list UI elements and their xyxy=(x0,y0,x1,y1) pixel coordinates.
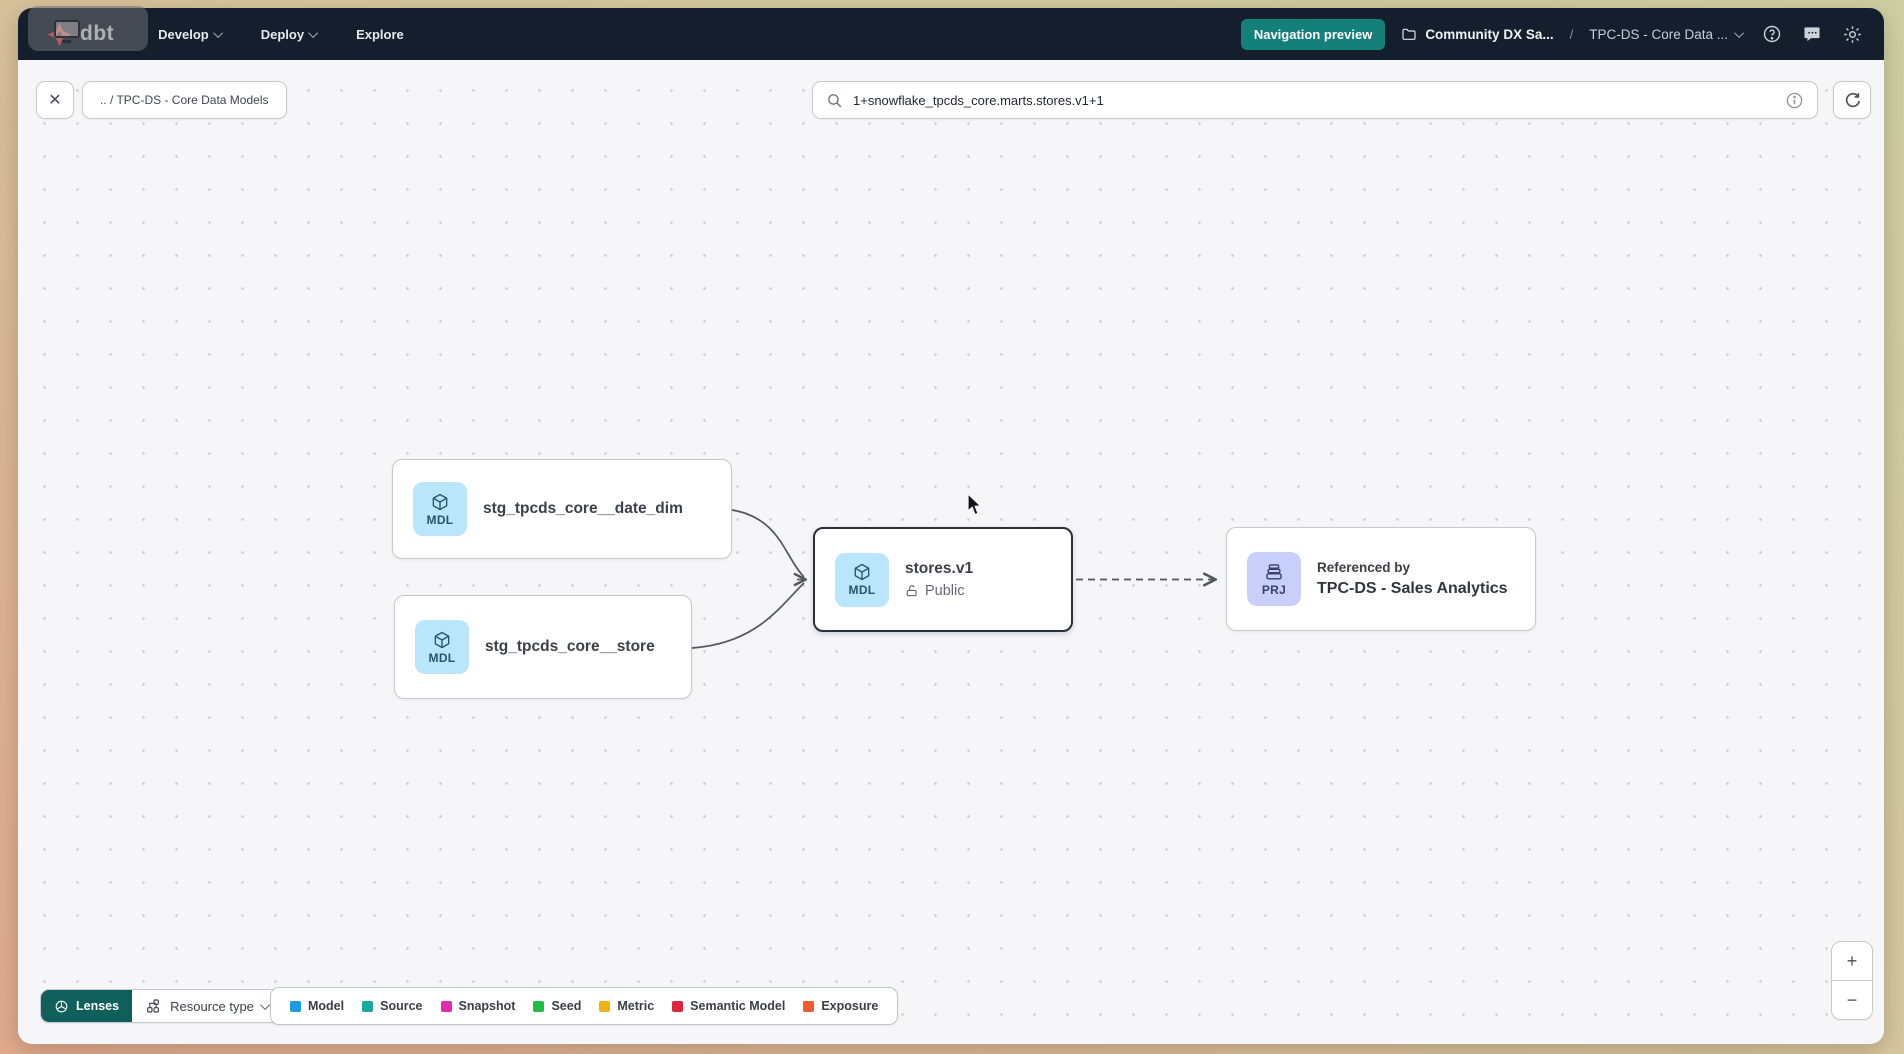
zoom-out-button[interactable]: − xyxy=(1832,981,1872,1019)
model-badge: MDL xyxy=(835,553,889,607)
model-badge: MDL xyxy=(415,620,469,674)
node-label: stg_tpcds_core__date_dim xyxy=(483,500,683,518)
project-stack-icon xyxy=(1264,562,1284,582)
resource-graph-icon xyxy=(145,998,161,1014)
help-icon[interactable] xyxy=(1760,22,1784,46)
referenced-by-kicker: Referenced by xyxy=(1317,560,1508,575)
monitor-icon xyxy=(54,20,80,38)
info-icon[interactable] xyxy=(1785,91,1804,110)
refresh-icon xyxy=(1843,91,1862,110)
legend-item-source: Source xyxy=(362,999,422,1013)
node-stg-tpcds-core-store[interactable]: MDL stg_tpcds_core__store xyxy=(394,595,692,699)
selector-value: 1+snowflake_tpcds_core.marts.stores.v1+1 xyxy=(853,93,1775,108)
chevron-down-icon xyxy=(1734,28,1744,38)
menu-deploy[interactable]: Deploy xyxy=(261,27,318,42)
legend-swatch xyxy=(362,1001,373,1012)
chevron-down-icon xyxy=(213,28,223,38)
unlock-icon xyxy=(905,584,919,598)
navbar-right: Navigation preview Community DX Sa... / … xyxy=(1241,19,1864,50)
chevron-down-icon xyxy=(260,1000,270,1010)
zoom-in-button[interactable]: + xyxy=(1832,942,1872,980)
node-label: stg_tpcds_core__store xyxy=(485,638,655,656)
lenses-button[interactable]: Lenses xyxy=(41,990,132,1022)
legend-item-metric: Metric xyxy=(599,999,654,1013)
folder-icon xyxy=(1401,26,1417,42)
legend-item-semantic-model: Semantic Model xyxy=(672,999,785,1013)
breadcrumb-separator: / xyxy=(1570,27,1574,42)
settings-gear-icon[interactable] xyxy=(1840,22,1864,46)
node-label: stores.v1 xyxy=(905,560,973,578)
legend-item-snapshot: Snapshot xyxy=(441,999,516,1013)
legend-item-seed: Seed xyxy=(533,999,581,1013)
model-cube-icon xyxy=(852,562,872,582)
model-cube-icon xyxy=(432,630,452,650)
model-badge: MDL xyxy=(413,482,467,536)
legend-swatch xyxy=(290,1001,301,1012)
legend-item-model: Model xyxy=(290,999,344,1013)
breadcrumb-section[interactable]: TPC-DS - Core Data ... xyxy=(1589,27,1744,42)
node-label: TPC-DS - Sales Analytics xyxy=(1317,580,1508,598)
legend-item-exposure: Exposure xyxy=(803,999,878,1013)
mouse-cursor xyxy=(965,493,987,517)
close-icon: ✕ xyxy=(48,90,61,110)
lineage-canvas[interactable]: ✕ .. / TPC-DS - Core Data Models 1+snowf… xyxy=(18,60,1884,1044)
close-lineage-button[interactable]: ✕ xyxy=(36,81,74,119)
access-row: Public xyxy=(905,583,973,599)
node-stg-tpcds-core-date-dim[interactable]: MDL stg_tpcds_core__date_dim xyxy=(392,459,732,559)
lens-aperture-icon xyxy=(54,999,69,1014)
lenses-control-group: Lenses Resource type xyxy=(40,989,284,1023)
refresh-lineage-button[interactable] xyxy=(1833,81,1871,119)
screen-share-indicator xyxy=(28,6,148,51)
legend-swatch xyxy=(533,1001,544,1012)
node-referenced-by-sales-analytics[interactable]: PRJ Referenced by TPC-DS - Sales Analyti… xyxy=(1226,527,1536,631)
zoom-controls: + − xyxy=(1831,941,1873,1020)
resource-type-legend: Model Source Snapshot Seed Metric Semant… xyxy=(270,987,898,1025)
app-window: dbt Develop Deploy Explore Navigation pr… xyxy=(18,8,1884,1044)
edge-store-to-stores xyxy=(692,583,804,648)
navigation-preview-badge: Navigation preview xyxy=(1241,19,1385,50)
feedback-icon[interactable] xyxy=(1800,22,1824,46)
top-navbar: dbt Develop Deploy Explore Navigation pr… xyxy=(18,8,1884,60)
legend-swatch xyxy=(599,1001,610,1012)
lineage-path-chip[interactable]: .. / TPC-DS - Core Data Models xyxy=(82,81,287,119)
breadcrumb-project[interactable]: Community DX Sa... xyxy=(1401,26,1553,42)
menu-develop[interactable]: Develop xyxy=(158,27,223,42)
edge-date-dim-to-stores xyxy=(732,510,804,577)
resource-type-dropdown[interactable]: Resource type xyxy=(132,990,283,1022)
project-badge: PRJ xyxy=(1247,552,1301,606)
legend-swatch xyxy=(803,1001,814,1012)
legend-swatch xyxy=(672,1001,683,1012)
lineage-selector-input[interactable]: 1+snowflake_tpcds_core.marts.stores.v1+1 xyxy=(812,81,1818,119)
legend-swatch xyxy=(441,1001,452,1012)
main-menu: Develop Deploy Explore xyxy=(158,27,404,42)
node-stores-v1[interactable]: MDL stores.v1 Public xyxy=(813,527,1073,632)
search-icon xyxy=(826,92,843,109)
model-cube-icon xyxy=(430,492,450,512)
chevron-down-icon xyxy=(308,28,318,38)
menu-explore[interactable]: Explore xyxy=(356,27,404,42)
